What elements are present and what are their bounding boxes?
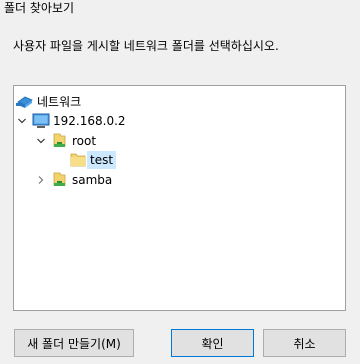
dialog-title: 폴더 찾아보기 bbox=[4, 1, 75, 15]
shared-folder-icon bbox=[51, 133, 69, 149]
tree-item-host[interactable]: 192.168.0.2 bbox=[16, 111, 129, 131]
ok-button[interactable]: 확인 bbox=[171, 329, 254, 357]
chevron-down-icon[interactable] bbox=[35, 136, 47, 146]
tree-item-samba[interactable]: samba bbox=[35, 170, 115, 190]
chevron-right-icon[interactable] bbox=[35, 175, 47, 185]
tree-item-label: 192.168.0.2 bbox=[53, 114, 126, 128]
computer-icon bbox=[32, 113, 50, 129]
shared-folder-icon bbox=[51, 172, 69, 188]
cancel-button[interactable]: 취소 bbox=[263, 329, 346, 357]
new-folder-button[interactable]: 새 폴더 만들기(M) bbox=[14, 329, 134, 357]
tree-item-label: root bbox=[72, 134, 97, 148]
tree-item-test[interactable]: test bbox=[69, 150, 117, 170]
network-icon bbox=[16, 94, 34, 110]
tree-item-root[interactable]: root bbox=[35, 131, 99, 151]
tree-item-network[interactable]: 네트워크 bbox=[16, 92, 84, 112]
chevron-down-icon[interactable] bbox=[16, 116, 28, 126]
folder-tree[interactable]: 네트워크 192.168.0.2 root test samba bbox=[13, 85, 346, 311]
tree-item-label: samba bbox=[72, 173, 113, 187]
folder-icon bbox=[69, 152, 87, 168]
tree-item-label: test bbox=[87, 151, 117, 169]
dialog-description: 사용자 파일을 게시할 네트워크 폴더를 선택하십시오. bbox=[13, 39, 279, 53]
tree-item-label: 네트워크 bbox=[37, 95, 82, 109]
browse-folder-dialog: 폴더 찾아보기 사용자 파일을 게시할 네트워크 폴더를 선택하십시오. 네트워… bbox=[0, 0, 360, 364]
